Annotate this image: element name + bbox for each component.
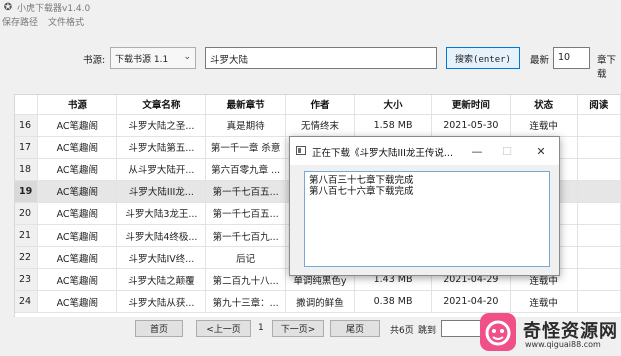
search-input[interactable]: 斗罗大陆: [205, 47, 437, 69]
column-header[interactable]: 最新章节: [205, 95, 286, 115]
table-cell: 撒调的鲜鱼: [285, 290, 355, 314]
table-cell: [577, 114, 621, 137]
window-title: 小虎下载器v1.4.0: [17, 3, 91, 14]
table-cell: [577, 224, 621, 248]
column-header[interactable]: 书源: [37, 95, 118, 115]
table-cell: AC笔趣阁: [37, 158, 118, 181]
table-cell: 第一千七百五...: [205, 180, 286, 203]
table-cell: 1.58 MB: [354, 114, 433, 137]
table-header-row: 书源 文章名称 最新章节 作者 大小 更新时间 状态 阅读: [15, 95, 621, 115]
row-number[interactable]: 20: [15, 202, 39, 225]
table-cell: AC笔趣阁: [37, 136, 118, 159]
table-cell: 第一千一章 杀意: [205, 136, 286, 159]
table-cell: 第一千七百九...: [205, 224, 286, 248]
table-cell: 斗罗大陆之圣...: [116, 114, 207, 137]
maximize-icon: ☐: [502, 144, 512, 158]
table-cell: 斗罗大陆之颠覆: [116, 268, 207, 292]
table-row[interactable]: 16 AC笔趣阁 斗罗大陆之圣... 真是期待 无情终末 1.58 MB 2021-05-3…: [15, 114, 621, 137]
column-header[interactable]: 更新时间: [431, 95, 511, 115]
chapter-download-label: 章下载: [597, 55, 617, 80]
site-watermark: 奇怪资源网 www.qiguai88.com: [477, 310, 621, 356]
last-page-button[interactable]: 尾页: [330, 320, 380, 337]
column-header[interactable]: 作者: [285, 95, 355, 115]
column-header[interactable]: 文章名称: [116, 95, 207, 115]
table-cell: AC笔趣阁: [37, 202, 118, 225]
app-logo-icon: ✪: [3, 1, 13, 13]
table-cell: 第九十三章：...: [205, 290, 286, 314]
column-header[interactable]: 状态: [510, 95, 578, 115]
table-cell: [577, 136, 621, 159]
source-select[interactable]: 下载书源 1.1 ⌄: [110, 47, 196, 69]
table-cell: [577, 246, 621, 270]
latest-label: 最新: [530, 55, 550, 66]
table-cell: 斗罗大陆第五...: [116, 136, 207, 159]
row-number[interactable]: 17: [15, 136, 39, 159]
close-icon[interactable]: ✕: [532, 142, 550, 160]
total-pages: 共6页: [390, 326, 414, 336]
current-page: 1: [258, 323, 264, 333]
table-cell: [577, 268, 621, 292]
row-number[interactable]: 22: [15, 246, 39, 270]
table-cell: [577, 158, 621, 181]
table-cell: 0.38 MB: [354, 290, 433, 314]
search-toolbar: 书源: 下载书源 1.1 ⌄ 斗罗大陆 搜索(enter) 最新 10 章下载: [0, 46, 621, 80]
table-cell: 后记: [205, 246, 286, 270]
search-button[interactable]: 搜索(enter): [446, 47, 520, 69]
row-number[interactable]: 19: [15, 180, 39, 203]
log-line: 第八百三十七章下载完成: [309, 175, 414, 186]
table-cell: 斗罗大陆4终极...: [116, 224, 207, 248]
first-page-button[interactable]: 首页: [135, 320, 183, 337]
title-bar: ✪ 小虎下载器v1.4.0: [0, 0, 621, 14]
watermark-url: www.qiguai88.com: [525, 340, 601, 349]
table-cell: AC笔趣阁: [37, 114, 118, 137]
watermark-logo-icon: [480, 313, 516, 351]
row-number[interactable]: 16: [15, 114, 39, 137]
jump-label: 跳到: [418, 326, 437, 336]
table-cell: AC笔趣阁: [37, 268, 118, 292]
table-cell: 真是期待: [205, 114, 286, 137]
row-number[interactable]: 23: [15, 268, 39, 292]
row-number[interactable]: 21: [15, 224, 39, 248]
table-cell: 2021-05-30: [431, 114, 511, 137]
dialog-title: 正在下载《斗罗大陆III龙王传说...: [312, 148, 453, 159]
corner-cell: [15, 95, 39, 115]
table-cell: AC笔趣阁: [37, 180, 118, 203]
table-cell: 第一千七百五...: [205, 202, 286, 225]
table-cell: 斗罗大陆3龙王...: [116, 202, 207, 225]
table-cell: 斗罗大陆IV终...: [116, 246, 207, 270]
minimize-icon[interactable]: —: [468, 142, 486, 160]
column-header[interactable]: 大小: [354, 95, 433, 115]
download-log[interactable]: 第八百三十七章下载完成 第八百七十六章下载完成: [304, 171, 550, 267]
table-cell: 斗罗大陆从获...: [116, 290, 207, 314]
dialog-title-bar[interactable]: 正在下载《斗罗大陆III龙王传说... — ☐ ✕: [290, 137, 559, 165]
table-cell: 第六百零九章 ...: [205, 158, 286, 181]
table-cell: [577, 202, 621, 225]
log-line: 第八百七十六章下载完成: [309, 186, 414, 197]
source-label: 书源:: [83, 55, 106, 66]
table-cell: AC笔趣阁: [37, 224, 118, 248]
next-page-button[interactable]: 下一页>: [272, 320, 324, 337]
column-header[interactable]: 阅读: [577, 95, 621, 115]
table-cell: 第二百九十八...: [205, 268, 286, 292]
table-cell: AC笔趣阁: [37, 246, 118, 270]
menu-bar: 保存路径 文件格式: [0, 15, 84, 29]
menu-file-format[interactable]: 文件格式: [48, 15, 84, 29]
table-cell: AC笔趣阁: [37, 290, 118, 314]
prev-page-button[interactable]: <上一页: [196, 320, 251, 337]
row-number[interactable]: 18: [15, 158, 39, 181]
table-cell: 从斗罗大陆开...: [116, 158, 207, 181]
table-cell: [577, 180, 621, 203]
chevron-down-icon: ⌄: [183, 52, 191, 62]
table-cell: 斗罗大陆III龙...: [116, 180, 207, 203]
row-number[interactable]: 24: [15, 290, 39, 314]
window-icon: [296, 146, 306, 155]
latest-count-input[interactable]: 10: [553, 47, 590, 69]
table-cell: 连载中: [510, 114, 578, 137]
menu-save-path[interactable]: 保存路径: [2, 15, 38, 29]
table-cell: 无情终末: [285, 114, 355, 137]
source-select-value: 下载书源 1.1: [115, 55, 169, 65]
download-progress-dialog: 正在下载《斗罗大陆III龙王传说... — ☐ ✕ 第八百三十七章下载完成 第八…: [289, 136, 560, 276]
